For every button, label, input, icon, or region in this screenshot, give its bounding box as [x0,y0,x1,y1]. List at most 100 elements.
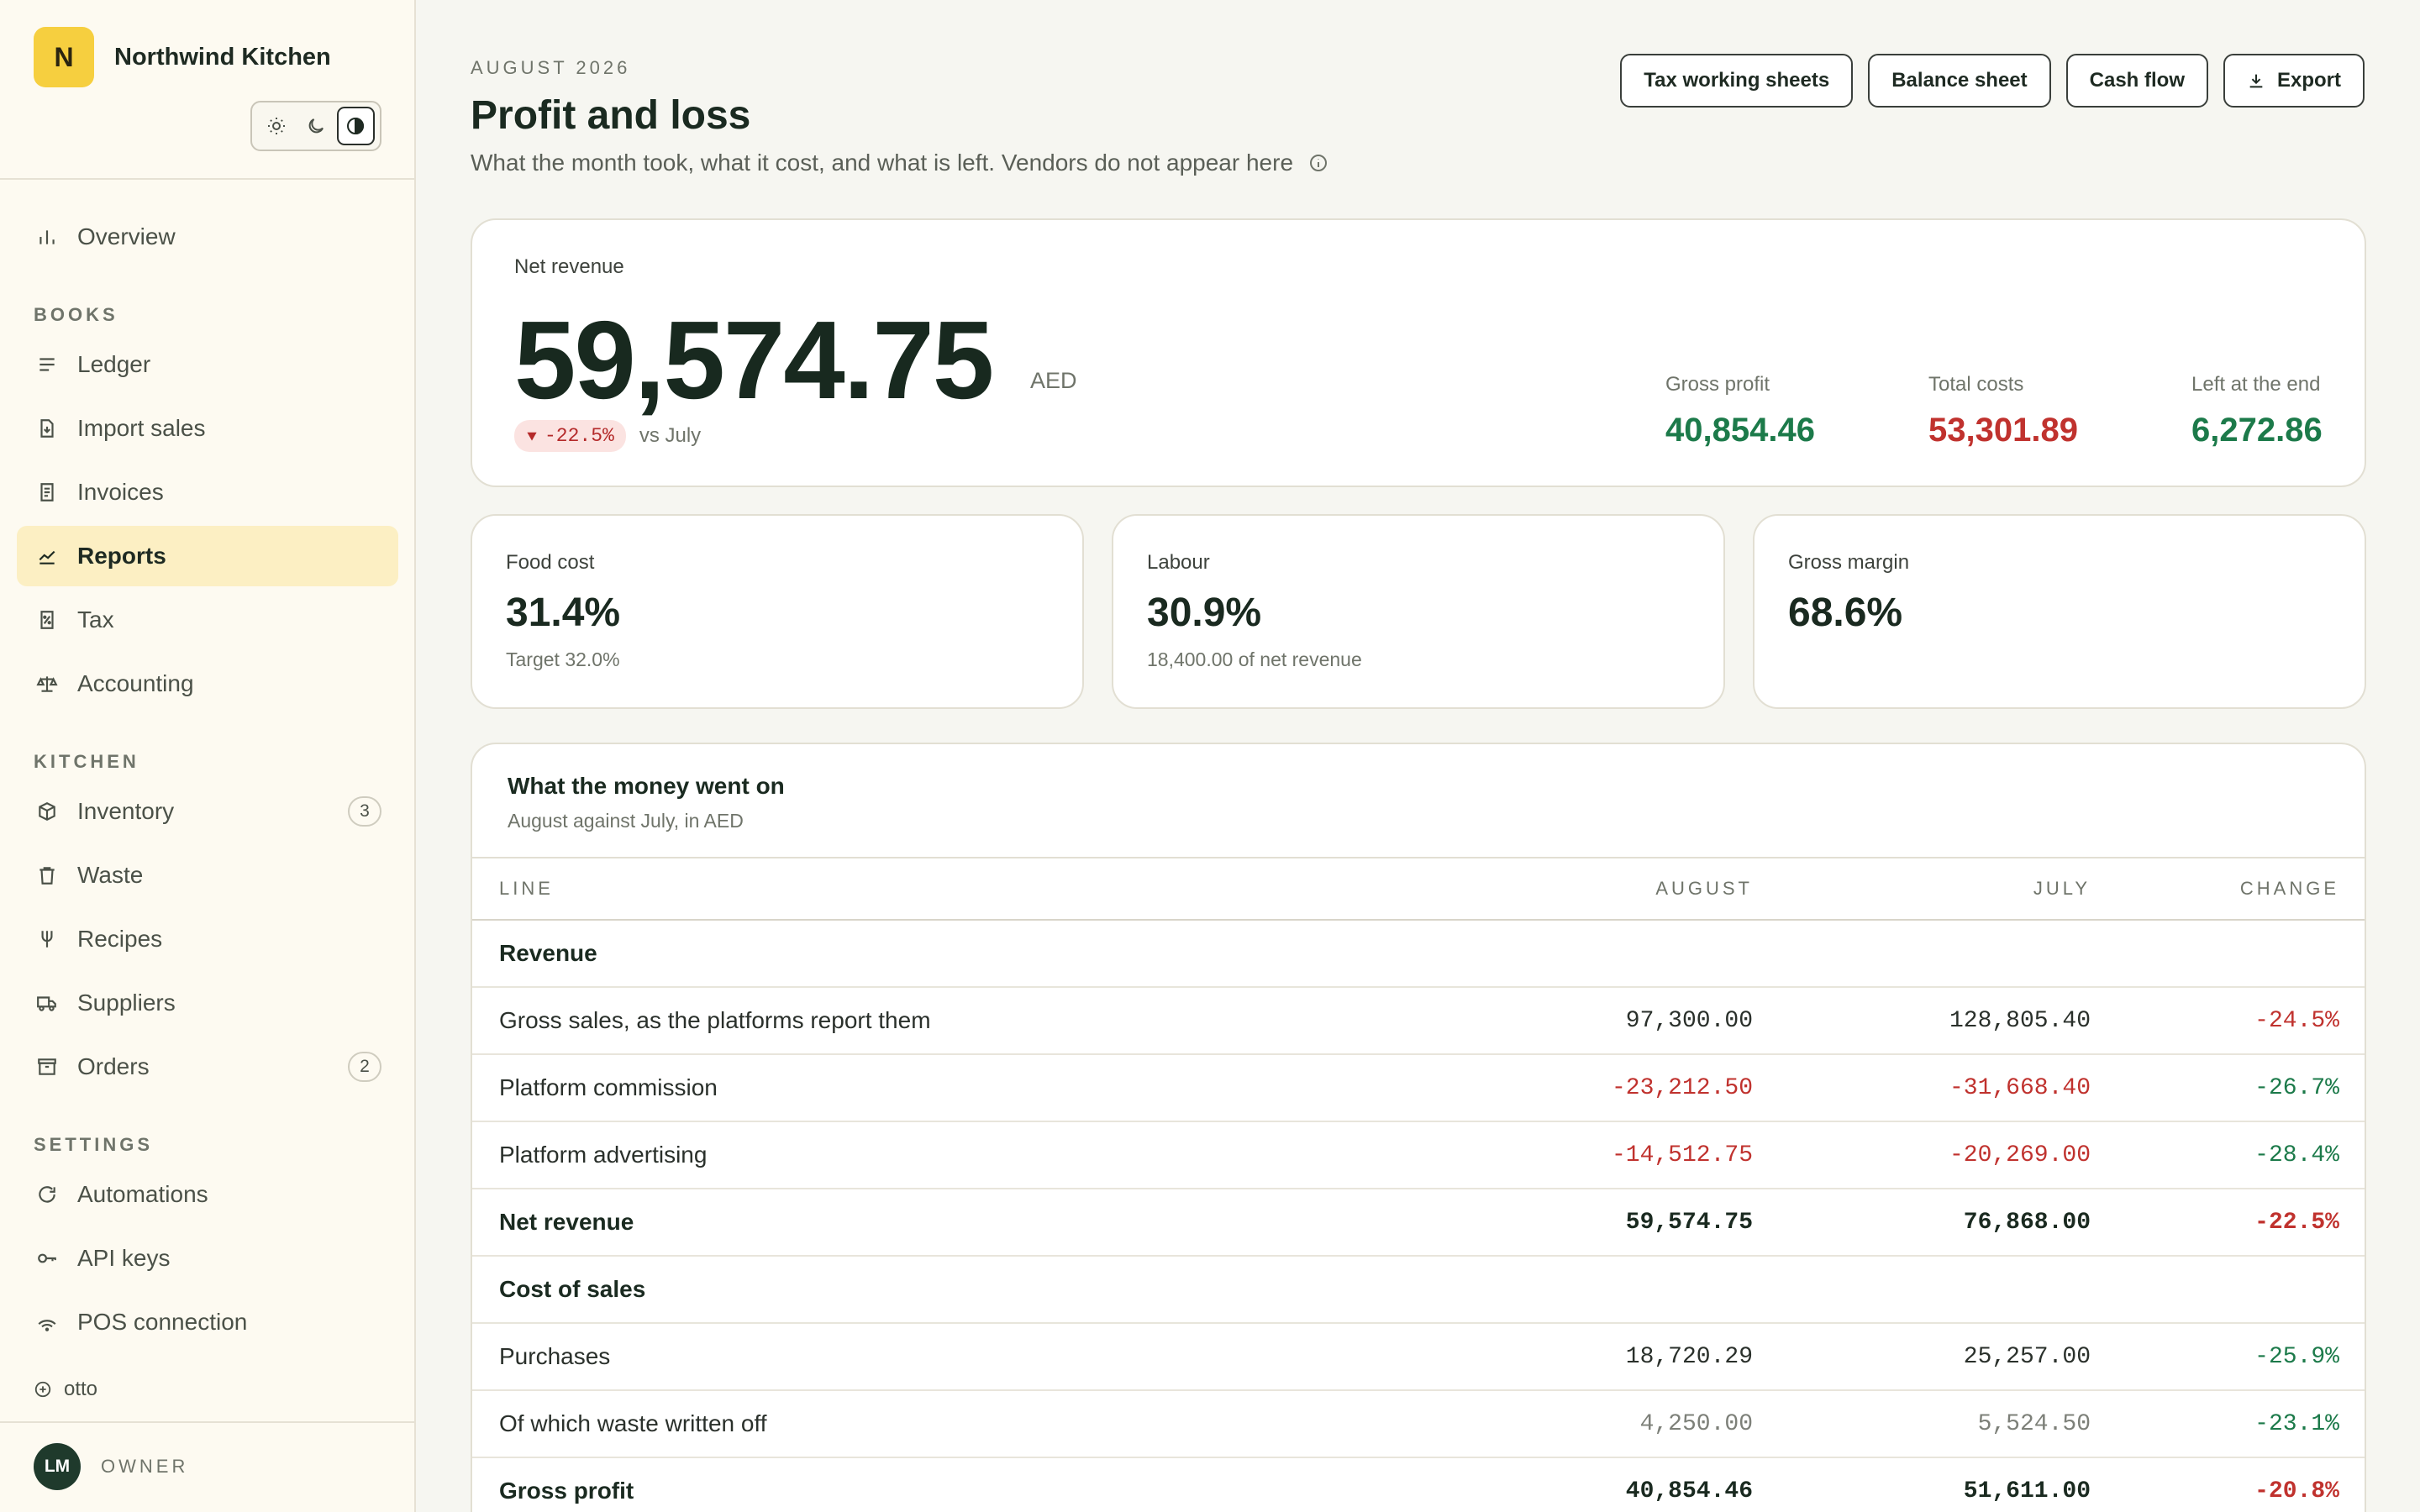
table-subtitle: August against July, in AED [508,810,744,832]
sidebar-item-inventory[interactable]: Inventory 3 [17,781,398,842]
tax-doc-icon [35,608,59,632]
kpi-note: Target 32.0% [506,648,620,670]
sidebar-item-label: Inventory [77,798,175,824]
sidebar-divider [0,178,414,180]
sidebar-item-pos-connection[interactable]: POS connection [17,1292,398,1352]
button-label: Cash flow [2089,69,2185,92]
scale-icon [35,672,59,696]
table-row[interactable]: Platform commission -23,212.50 -31,668.40 -… [472,1055,2365,1122]
package-icon [35,1055,59,1079]
currency-unit: AED [1030,368,1077,393]
cell-august: 4,250.00 [1639,1410,1753,1437]
sidebar-item-waste[interactable]: Waste [17,845,398,906]
table-row[interactable]: Net revenue 59,574.75 76,868.00 -22.5% [472,1189,2365,1257]
truck-icon [35,991,59,1015]
column-header-change[interactable]: CHANGE [2240,858,2339,919]
food-cost-card: Food cost 31.4% Target 32.0% [471,514,1084,709]
net-revenue-value: 59,574.75 [514,298,994,422]
cell-line: Gross sales, as the platforms report the… [499,1007,931,1033]
receipt-icon [35,480,59,504]
table-row[interactable]: Of which waste written off 4,250.00 5,524.… [472,1391,2365,1458]
cell-july: -20,269.00 [1949,1142,2091,1168]
gross-margin-card: Gross margin 68.6% [1753,514,2366,709]
change-caption: vs July [639,424,702,447]
change-value: -22.5% [544,425,614,447]
info-icon[interactable] [1308,153,1328,173]
sidebar: N Northwind Kitchen Overview BOOKS Ledge… [0,0,416,1512]
cell-july: 5,524.50 [1977,1410,2091,1437]
cell-july: -31,668.40 [1949,1074,2091,1101]
sidebar-item-orders[interactable]: Orders 2 [17,1037,398,1097]
net-revenue-card: Net revenue 59,574.75 AED -22.5% vs July… [471,218,2366,487]
sidebar-item-reports[interactable]: Reports [17,526,398,586]
sidebar-item-ledger[interactable]: Ledger [17,334,398,395]
contrast-icon [347,117,365,135]
cell-august: -23,212.50 [1611,1074,1753,1101]
sidebar-item-invoices[interactable]: Invoices [17,462,398,522]
column-header-july[interactable]: JULY [2033,858,2091,919]
cell-change: -26.7% [2254,1074,2339,1101]
stat-label: Total costs [1928,373,2024,396]
cell-change: -28.4% [2254,1142,2339,1168]
sidebar-item-recipes[interactable]: Recipes [17,909,398,969]
brand[interactable]: N Northwind Kitchen [34,27,331,87]
header-actions: Tax working sheets Balance sheet Cash fl… [1620,54,2365,108]
cell-line: Gross profit [499,1478,634,1504]
otto-label: otto [64,1378,98,1400]
button-label: Balance sheet [1891,69,2028,92]
cell-august: 97,300.00 [1625,1007,1753,1034]
tax-working-sheets-button[interactable]: Tax working sheets [1620,54,1854,108]
column-header-line[interactable]: LINE [499,858,554,919]
sidebar-item-label: Tax [77,606,114,633]
sidebar-item-api-keys[interactable]: API keys [17,1228,398,1289]
sidebar-item-label: Suppliers [77,990,176,1016]
refresh-icon [35,1183,59,1206]
stat-value: 53,301.89 [1928,412,2078,449]
sidebar-item-suppliers[interactable]: Suppliers [17,973,398,1033]
table-row[interactable]: Gross sales, as the platforms report the… [472,988,2365,1055]
net-revenue-change: -22.5% vs July [514,420,701,452]
sidebar-item-label: API keys [77,1245,171,1271]
balance-sheet-button[interactable]: Balance sheet [1868,54,2051,108]
sidebar-item-tax[interactable]: Tax [17,590,398,650]
sidebar-item-overview[interactable]: Overview [17,207,398,267]
theme-auto-button[interactable] [336,107,375,145]
cell-change: -24.5% [2254,1007,2339,1034]
cell-july: 51,611.00 [1963,1478,2091,1504]
table-row[interactable]: Platform advertising -14,512.75 -20,269.00… [472,1122,2365,1189]
sidebar-item-label: Overview [77,223,176,249]
sidebar-item-import-sales[interactable]: Import sales [17,398,398,459]
sidebar-item-accounting[interactable]: Accounting [17,654,398,714]
theme-light-button[interactable] [257,107,295,145]
sidebar-item-automations[interactable]: Automations [17,1164,398,1225]
otto-link[interactable]: otto [34,1378,97,1401]
cell-change: -22.5% [2254,1209,2339,1236]
orders-count-badge: 2 [348,1052,381,1082]
key-icon [35,1247,59,1270]
stat-label: Gross profit [1665,373,1770,396]
sidebar-item-label: Invoices [77,479,164,505]
brand-name: Northwind Kitchen [114,43,331,71]
sidebar-item-label: Automations [77,1181,208,1207]
table-section-row[interactable]: Cost of sales [472,1257,2365,1324]
cell-july: 76,868.00 [1963,1209,2091,1236]
user-menu[interactable]: LM OWNER [34,1443,188,1490]
table-section-row[interactable]: Revenue [472,921,2365,988]
download-icon [2249,74,2263,88]
stat-value: 40,854.46 [1665,412,1815,449]
export-button[interactable]: Export [2223,54,2365,108]
labour-card: Labour 30.9% 18,400.00 of net revenue [1112,514,1725,709]
cell-july: 128,805.40 [1949,1007,2091,1034]
cash-flow-button[interactable]: Cash flow [2065,54,2208,108]
cell-line: Net revenue [499,1209,634,1235]
column-header-august[interactable]: AUGUST [1655,858,1753,919]
theme-dark-button[interactable] [297,107,334,145]
button-label: Export [2276,69,2341,92]
table-row[interactable]: Gross profit 40,854.46 51,611.00 -20.8% [472,1458,2365,1512]
cell-change: -20.8% [2254,1478,2339,1504]
signal-icon [35,1310,59,1334]
change-pill: -22.5% [514,420,626,452]
avatar: LM [34,1443,81,1490]
table-row[interactable]: Purchases 18,720.29 25,257.00 -25.9% [472,1324,2365,1391]
file-import-icon [35,417,59,440]
